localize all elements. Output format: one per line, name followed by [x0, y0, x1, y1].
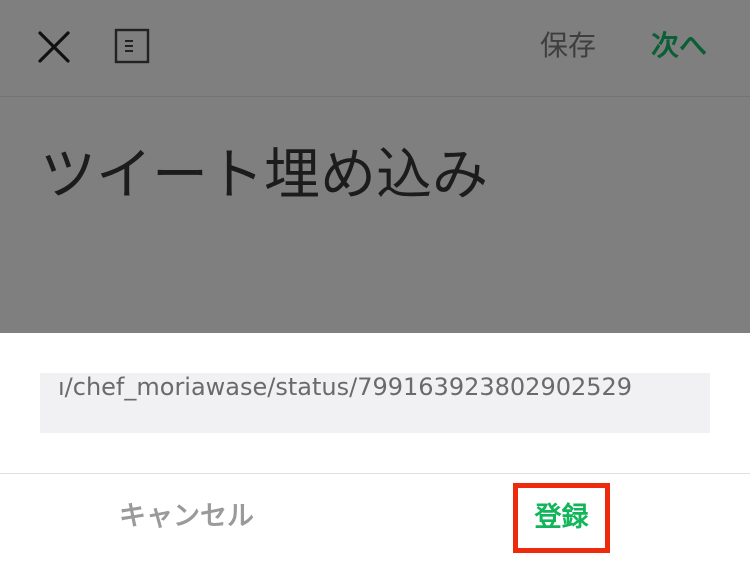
editor-background-dimmed: 保存 次へ ツイート埋め込み	[0, 0, 750, 333]
dialog-divider	[0, 473, 750, 474]
register-button[interactable]: 登録	[518, 498, 605, 538]
article-title: ツイート埋め込み	[40, 143, 488, 208]
document-icon	[114, 28, 150, 64]
embed-tweet-dialog: ı/chef_moriawase/status/7991639238029025…	[0, 333, 750, 563]
save-button[interactable]: 保存	[540, 24, 596, 68]
tweet-url-value: ı/chef_moriawase/status/7991639238029025…	[58, 373, 633, 401]
cancel-button[interactable]: キャンセル	[119, 495, 254, 539]
tweet-url-input[interactable]: ı/chef_moriawase/status/7991639238029025…	[40, 373, 710, 433]
close-button[interactable]	[34, 27, 74, 67]
register-button-highlight[interactable]: 登録	[513, 483, 610, 553]
next-button[interactable]: 次へ	[651, 24, 707, 68]
top-toolbar: 保存 次へ	[0, 0, 750, 97]
document-button[interactable]	[114, 28, 152, 66]
close-icon	[38, 31, 70, 63]
